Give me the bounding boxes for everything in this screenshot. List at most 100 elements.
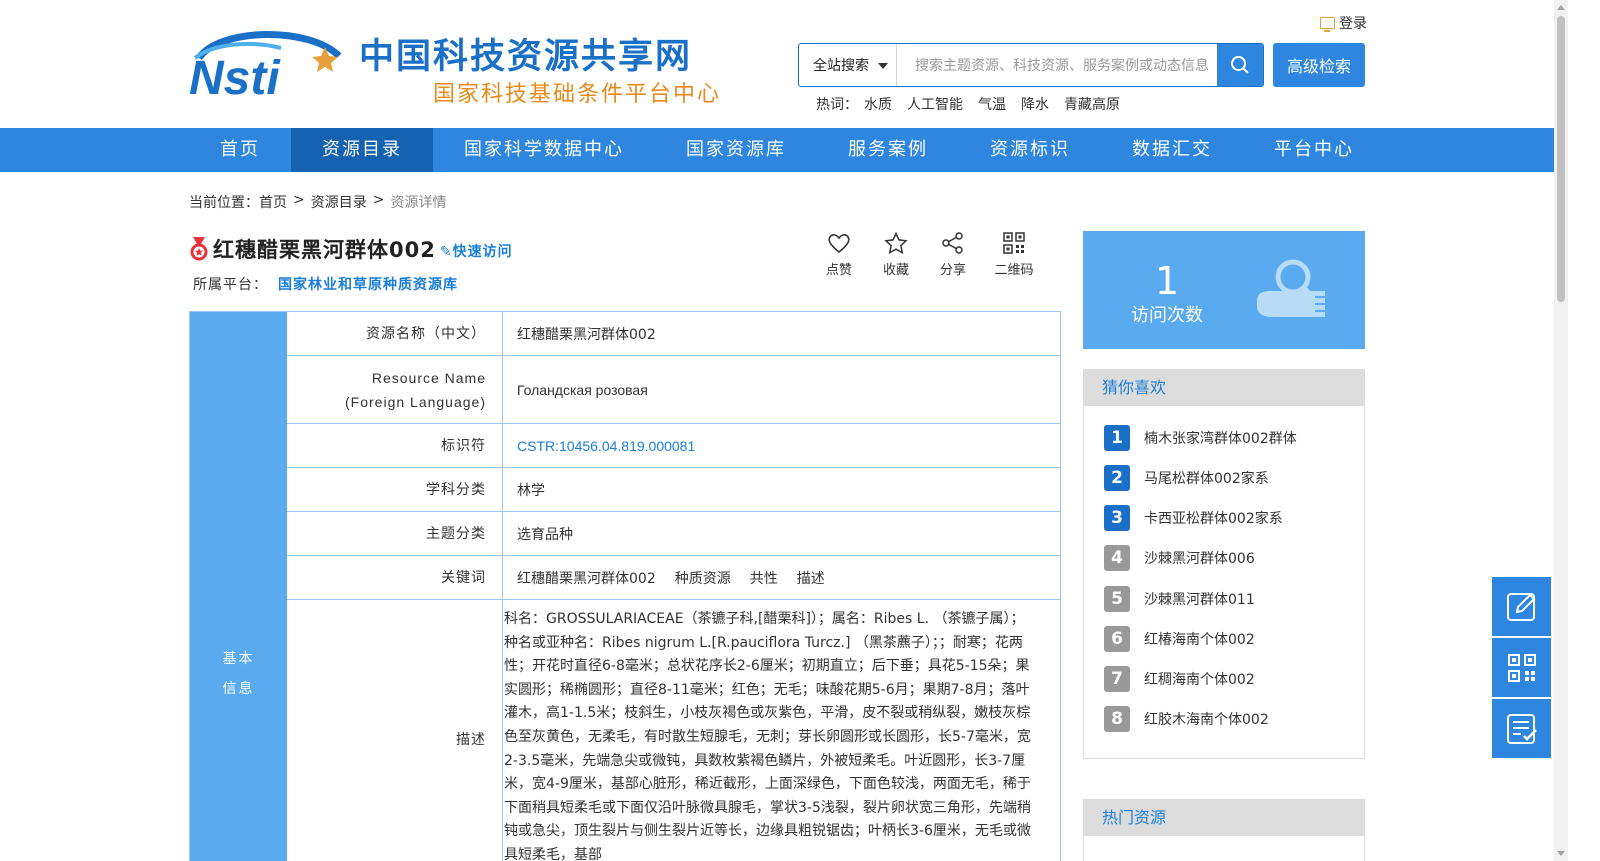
recommend-item[interactable]: 3 卡西亚松群体002家系	[1104, 505, 1283, 531]
scroll-up-arrow-icon[interactable]	[1557, 5, 1565, 10]
recommend-item-label: 马尾松群体002家系	[1144, 471, 1269, 487]
recommend-item-label: 红胶木海南个体002	[1144, 712, 1269, 728]
advanced-search-button[interactable]: 高级检索	[1273, 43, 1365, 87]
visit-count-panel: 1 访问次数	[1083, 231, 1365, 349]
scroll-down-arrow-icon[interactable]	[1557, 851, 1565, 856]
table-row: 标识符 CSTR:10456.04.819.000081	[287, 424, 1060, 468]
field-label: 资源名称（中文）	[287, 312, 503, 355]
qrcode-button[interactable]: 二维码	[989, 232, 1039, 278]
rank-badge: 6	[1104, 626, 1130, 652]
recommend-item[interactable]: 7 红稠海南个体002	[1104, 666, 1255, 692]
visit-count-value: 1	[1154, 259, 1180, 303]
nav-item-home[interactable]: 首页	[189, 128, 291, 172]
search-scope-value: 全站搜索	[813, 58, 869, 74]
rank-badge: 7	[1104, 666, 1130, 692]
table-row: 关键词 红穗醋栗黑河群体002 种质资源 共性 描述	[287, 556, 1060, 600]
field-label: Resource Name (Foreign Language)	[287, 356, 503, 423]
section-label-line: 基本	[222, 651, 255, 667]
recommend-item-label: 红稠海南个体002	[1144, 672, 1255, 688]
field-label: 主题分类	[287, 512, 503, 555]
nav-item-resource-id[interactable]: 资源标识	[959, 128, 1101, 172]
resource-title: 红穗醋栗黑河群体002	[213, 238, 436, 262]
site-logo[interactable]: Nsti 中国科技资源共享网 国家科技基础条件平台中心	[189, 28, 729, 108]
field-label: 关键词	[287, 556, 503, 599]
hot-term[interactable]: 气温	[978, 94, 1006, 114]
favorite-button[interactable]: 收藏	[875, 232, 917, 278]
main-nav: 首页 资源目录 国家科学数据中心 国家资源库 服务案例 资源标识 数据汇交 平台…	[0, 128, 1554, 172]
breadcrumb-catalog[interactable]: 资源目录	[311, 192, 367, 212]
hot-term[interactable]: 青藏高原	[1064, 94, 1120, 114]
hot-terms: 热词： 水质 人工智能 气温 降水 青藏高原	[816, 94, 1120, 114]
recommend-item[interactable]: 5 沙棘黑河群体011	[1104, 586, 1255, 612]
nav-item-service-cases[interactable]: 服务案例	[817, 128, 959, 172]
quick-access-link[interactable]: ✎快速访问	[440, 241, 513, 261]
search-input[interactable]	[897, 44, 1217, 86]
resource-info-table: 基本 信息 资源名称（中文） 红穗醋栗黑河群体002 Resource Name…	[189, 311, 1061, 861]
rank-badge: 5	[1104, 586, 1130, 612]
field-label: 描述	[287, 600, 503, 861]
recommend-item-label: 沙棘黑河群体006	[1144, 551, 1255, 567]
hot-resources-box: 热门资源	[1083, 799, 1365, 861]
section-label: 基本 信息	[190, 644, 287, 704]
nav-item-resource-banks[interactable]: 国家资源库	[655, 128, 817, 172]
recommend-item[interactable]: 4 沙棘黑河群体006	[1104, 545, 1255, 571]
like-button[interactable]: 点赞	[818, 232, 860, 278]
recommend-item-label: 沙棘黑河群体011	[1144, 592, 1255, 608]
search-scope-select[interactable]: 全站搜索	[799, 44, 897, 86]
medal-icon	[190, 237, 208, 261]
recommend-item-label: 红椿海南个体002	[1144, 632, 1255, 648]
nav-item-catalog[interactable]: 资源目录	[291, 128, 433, 172]
platform-link[interactable]: 国家林业和草原种质资源库	[278, 277, 458, 293]
nav-item-platform-center[interactable]: 平台中心	[1243, 128, 1385, 172]
nav-item-data-collection[interactable]: 数据汇交	[1101, 128, 1243, 172]
scrollbar-thumb[interactable]	[1557, 16, 1565, 302]
qr-code-icon	[1003, 232, 1025, 254]
field-label-line: (Foreign Language)	[345, 393, 486, 410]
field-value: 林学	[503, 468, 1060, 511]
hot-term[interactable]: 水质	[864, 94, 892, 114]
survey-button[interactable]	[1492, 699, 1551, 758]
keyword: 共性	[749, 570, 778, 587]
visit-count-label: 访问次数	[1131, 305, 1203, 326]
share-button[interactable]: 分享	[932, 232, 974, 278]
field-label: 标识符	[287, 424, 503, 467]
search-book-icon	[1257, 259, 1327, 317]
keyword: 描述	[796, 570, 825, 587]
section-column	[190, 312, 287, 861]
qrcode-float-button[interactable]	[1492, 638, 1551, 697]
field-label: 学科分类	[287, 468, 503, 511]
breadcrumb-current: 资源详情	[390, 195, 447, 211]
table-row: Resource Name (Foreign Language) Голандс…	[287, 356, 1060, 424]
edit-icon	[1506, 592, 1535, 621]
recommend-item[interactable]: 1 楠木张家湾群体002群体	[1104, 425, 1297, 451]
hot-term[interactable]: 人工智能	[907, 94, 963, 114]
nav-item-data-centers[interactable]: 国家科学数据中心	[433, 128, 655, 172]
breadcrumb-label: 当前位置：	[189, 195, 259, 211]
qr-code-icon	[1507, 653, 1536, 682]
share-icon	[942, 232, 963, 254]
hot-resources-title: 热门资源	[1084, 800, 1364, 836]
platform-label: 所属平台：	[193, 277, 268, 293]
identifier-link[interactable]: CSTR:10456.04.819.000081	[503, 424, 1060, 467]
breadcrumb-sep: >	[372, 192, 385, 208]
recommend-item[interactable]: 8 红胶木海南个体002	[1104, 706, 1269, 732]
keyword: 红穗醋栗黑河群体002	[517, 570, 656, 587]
resource-title-bar: 红穗醋栗黑河群体002 ✎快速访问	[189, 234, 513, 264]
recommend-item[interactable]: 2 马尾松群体002家系	[1104, 465, 1269, 491]
resource-actions: 点赞 收藏 分享 二维码	[818, 232, 1039, 278]
page-scrollbar[interactable]	[1554, 0, 1568, 861]
recommend-item[interactable]: 6 红椿海南个体002	[1104, 626, 1255, 652]
platform-info: 所属平台： 国家林业和草原种质资源库	[193, 274, 458, 294]
feedback-button[interactable]	[1492, 577, 1551, 636]
star-icon	[884, 232, 908, 254]
hot-term[interactable]: 降水	[1021, 94, 1049, 114]
login-link[interactable]: 登录	[1320, 13, 1367, 33]
nsti-logo-icon: Nsti	[189, 31, 342, 98]
quick-access-label: 快速访问	[452, 244, 513, 260]
share-label: 分享	[939, 263, 966, 278]
login-label: 登录	[1339, 16, 1367, 32]
search-button[interactable]	[1217, 44, 1263, 86]
recommend-title: 猜你喜欢	[1084, 370, 1364, 406]
monitor-icon	[1320, 17, 1335, 32]
breadcrumb-home[interactable]: 首页	[259, 192, 287, 212]
